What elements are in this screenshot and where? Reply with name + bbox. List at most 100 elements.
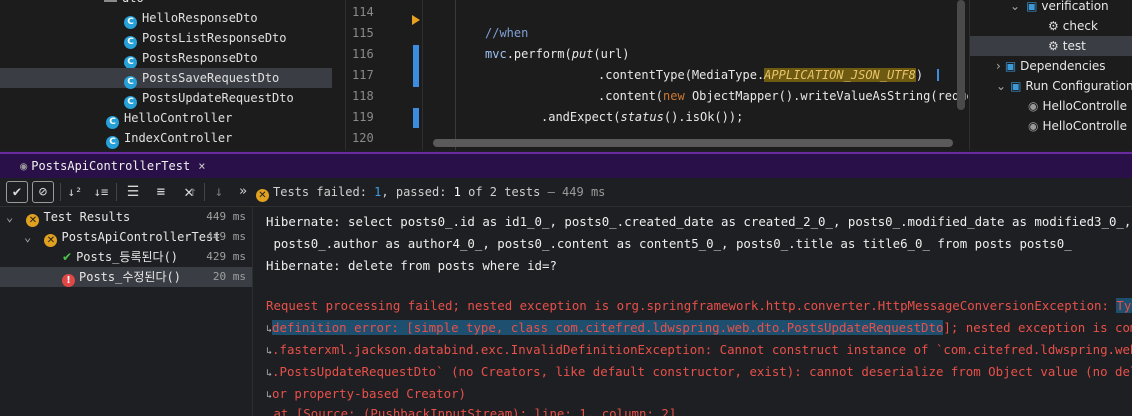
code-keyword: new: [663, 89, 685, 103]
tree-item-postsupdaterequestdto[interactable]: C PostsUpdateRequestDto: [124, 88, 294, 109]
next-failed-icon[interactable]: ↓: [208, 181, 230, 203]
chevron-right-icon: ›: [996, 59, 1001, 73]
tree-item-dto[interactable]: dto: [104, 0, 144, 8]
console-output[interactable]: Hibernate: select posts0_.id as id1_0_, …: [254, 207, 1132, 416]
project-tree: dto CHelloResponseDto CPostsListResponse…: [0, 0, 346, 150]
folder-icon: [104, 0, 117, 2]
tree-item-postslistresponsedto[interactable]: C PostsListResponseDto: [124, 28, 287, 49]
expand-all-icon[interactable]: ☰: [122, 181, 144, 203]
console-error-line: ↳or property-based Creator): [266, 383, 466, 405]
panel-item-hellocontroller-1[interactable]: ◉ HelloControlle: [1028, 96, 1127, 116]
change-marker[interactable]: [413, 108, 419, 128]
error-text: .PostsUpdateRequestDto` (no Creators, li…: [272, 364, 1132, 379]
vertical-scrollbar[interactable]: [957, 0, 965, 110]
panel-item-run-configuration[interactable]: ⌄ ▣ Run Configuration: [996, 76, 1132, 96]
line-number: 117: [352, 68, 374, 82]
previous-failed-icon[interactable]: ↑: [182, 181, 204, 203]
chevron-down-icon: ⌄: [996, 79, 1007, 93]
panel-item-hellocontroller-2[interactable]: ◉ HelloControlle: [1028, 116, 1127, 136]
result-test-results[interactable]: ⌄ ✕ Test Results 449 ms: [0, 207, 252, 227]
tree-item-indexcontroller[interactable]: C IndexController: [106, 128, 233, 149]
warning-icon: ✕: [44, 234, 58, 247]
panel-item-label: Dependencies: [1020, 59, 1106, 73]
gear-icon: ⚙: [1048, 19, 1059, 33]
console-line: Hibernate: select posts0_.id as id1_0_, …: [266, 214, 1132, 229]
panel-item-label: verification: [1041, 0, 1109, 13]
warning-icon: ✕: [26, 214, 40, 227]
sort-duration-icon[interactable]: ↓≡: [90, 181, 112, 203]
console-error-line: ↳definition error: [simple type, class c…: [266, 317, 1132, 339]
result-postsapicontrollertest[interactable]: ⌄ ✕ PostsApiControllerTest 449 ms: [0, 227, 252, 247]
tab-postsapicontrollertest[interactable]: ◉ PostsApiControllerTest ×: [4, 154, 205, 178]
panel-item-test[interactable]: ⚙ test: [970, 36, 1132, 56]
toolbar-divider: [204, 183, 205, 201]
turtle-icon: ◉: [1028, 99, 1039, 113]
change-marker[interactable]: [413, 45, 419, 87]
gradle-panel: ⌄ ▣ verification ⚙ check ⚙ test › ▣ Dependenci…: [969, 0, 1132, 150]
run-tab-bar: ◉ PostsApiControllerTest ×: [0, 152, 1132, 178]
console-error-line: Request processing failed; nested except…: [266, 295, 1132, 317]
tree-item-postssaverequestdto[interactable]: C PostsSaveRequestDto: [0, 68, 332, 89]
error-text: .fasterxml.jackson.databind.exc.InvalidD…: [272, 342, 1132, 357]
result-time: 20 ms: [212, 270, 246, 283]
code-line-115: //when: [485, 23, 528, 44]
close-icon[interactable]: ×: [198, 159, 205, 173]
tab-label: PostsApiControllerTest: [31, 159, 191, 173]
line-number: 114: [352, 5, 374, 19]
error-icon: !: [62, 274, 75, 287]
status-failed-label: Tests failed:: [273, 185, 367, 199]
code-comment: //when: [485, 26, 529, 40]
status-passed-label: passed:: [395, 185, 447, 199]
status-duration: – 449 ms: [547, 185, 606, 199]
panel-item-dependencies[interactable]: › ▣ Dependencies: [996, 56, 1106, 76]
result-posts-updated[interactable]: ! Posts_수정된다() 20 ms: [0, 267, 252, 287]
result-time: 449 ms: [206, 230, 246, 243]
code-line-116: mvc.perform(put(url): [485, 44, 630, 65]
tree-item-label: IndexController: [124, 131, 233, 145]
sort-alpha-icon[interactable]: ↓²: [64, 181, 86, 203]
collapse-all-icon[interactable]: ≡: [150, 181, 172, 203]
test-results-tree: ⌄ ✕ Test Results 449 ms ⌄ ✕ PostsApiContro…: [0, 207, 253, 416]
tree-item-label: PostsListResponseDto: [142, 31, 287, 45]
turtle-icon: ◉: [20, 159, 28, 173]
tree-item-helloresponsedto[interactable]: C HelloResponseDto: [124, 8, 258, 29]
line-number: 118: [352, 89, 374, 103]
selected-text: definition error: [simple type, class co…: [272, 320, 944, 335]
more-icon[interactable]: »: [232, 181, 254, 203]
chevron-down-icon: ⌄: [1010, 0, 1021, 13]
toolbar-divider: [116, 183, 117, 201]
console-line: posts0_.author as author4_0_, posts0_.co…: [266, 236, 1072, 251]
tree-item-postsresponsedto[interactable]: C PostsResponseDto: [124, 48, 258, 69]
text-cursor: [937, 69, 939, 81]
panel-item-check[interactable]: ⚙ check: [1048, 16, 1098, 36]
show-passed-button[interactable]: ✔: [6, 181, 28, 203]
line-number: 116: [352, 47, 374, 61]
show-ignored-button[interactable]: ⊘: [32, 181, 54, 203]
status-total: of 2 tests: [468, 185, 541, 199]
turtle-icon: ◉: [1028, 119, 1039, 133]
code-token: ): [915, 68, 924, 82]
line-number: 120: [352, 131, 374, 145]
horizontal-scrollbar[interactable]: [433, 139, 953, 147]
console-error-line: ↳.PostsUpdateRequestDto` (no Creators, l…: [266, 361, 1132, 383]
line-number: 115: [352, 26, 374, 40]
check-icon: ✔: [62, 250, 73, 264]
code-editor[interactable]: //when mvc.perform(put(url) .contentType…: [423, 0, 968, 150]
deprecated-constant: APPLICATION_JSON_UTF8: [764, 68, 916, 82]
panel-item-label: Run Configuration: [1025, 79, 1132, 93]
code-token: ObjectMapper().writeValueAsString(reques: [684, 89, 968, 103]
code-token: .perform(: [506, 47, 572, 61]
folder-icon: ▣: [1010, 79, 1022, 93]
code-token: .andExpect(: [541, 110, 621, 124]
tree-item-hellocontroller[interactable]: C HelloController: [106, 108, 232, 129]
panel-item-verification[interactable]: ⌄ ▣ verification: [1010, 0, 1109, 16]
run-arrow-icon[interactable]: [412, 15, 420, 25]
chevron-down-icon: ⌄: [24, 230, 32, 244]
result-posts-registered[interactable]: ✔ Posts_등록된다() 429 ms: [0, 247, 252, 267]
tree-item-label: PostsSaveRequestDto: [142, 71, 280, 85]
console-error-line: at [Source: (PushbackInputStream); line:…: [266, 403, 676, 416]
code-token: mvc: [485, 47, 507, 61]
code-token: .contentType(MediaType.: [598, 68, 765, 82]
tree-item-label: PostsResponseDto: [142, 51, 258, 65]
console-line: Hibernate: delete from posts where id=?: [266, 258, 557, 273]
